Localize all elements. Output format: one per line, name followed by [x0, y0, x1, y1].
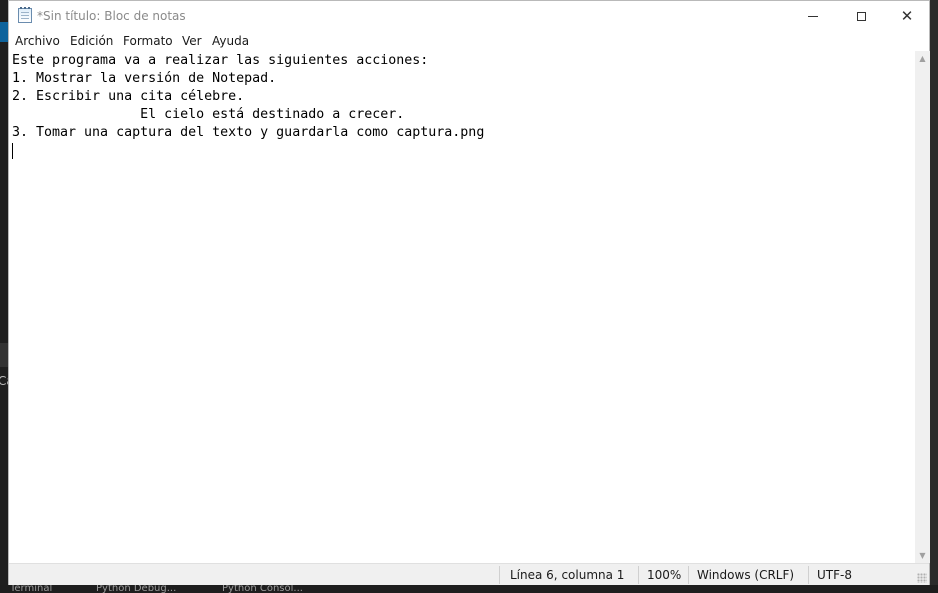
editor-line[interactable]: Este programa va a realizar las siguient…: [12, 53, 428, 68]
close-button[interactable]: ✕: [884, 1, 930, 31]
taskbar-item[interactable]: Python Debug...: [96, 585, 176, 593]
notepad-window: *Sin título: Bloc de notas ✕ Archivo Edi…: [8, 0, 930, 585]
editor-line[interactable]: 2. Escribir una cita célebre.: [12, 89, 244, 104]
window-title: *Sin título: Bloc de notas: [37, 9, 186, 23]
menu-bar: Archivo Edición Formato Ver Ayuda: [9, 31, 929, 51]
maximize-button[interactable]: [838, 1, 884, 31]
status-position: Línea 6, columna 1: [510, 568, 625, 582]
status-separator: [499, 566, 500, 584]
taskbar-item[interactable]: Terminal: [10, 585, 52, 593]
scroll-up-arrow-icon[interactable]: ▲: [915, 51, 930, 66]
editor-content[interactable]: Este programa va a realizar las siguient…: [12, 52, 484, 142]
menu-edicion[interactable]: Edición: [70, 34, 113, 48]
close-icon: ✕: [900, 7, 914, 25]
status-separator: [638, 566, 639, 584]
background-band: [0, 343, 8, 367]
taskbar: Terminal Python Debug... Python Consol..…: [0, 585, 938, 593]
status-bar: Línea 6, columna 1 100% Windows (CRLF) U…: [9, 563, 929, 585]
editor-line[interactable]: El cielo está destinado a crecer.: [12, 107, 404, 122]
title-bar[interactable]: *Sin título: Bloc de notas ✕: [9, 1, 929, 31]
resize-grip-icon[interactable]: [917, 573, 927, 583]
status-separator: [808, 566, 809, 584]
editor-line[interactable]: 1. Mostrar la versión de Notepad.: [12, 71, 276, 86]
status-encoding: UTF-8: [817, 568, 852, 582]
menu-archivo[interactable]: Archivo: [15, 34, 60, 48]
background-accent: [0, 22, 8, 42]
notepad-icon[interactable]: [18, 7, 32, 23]
menu-ver[interactable]: Ver: [182, 34, 202, 48]
text-caret: [12, 143, 13, 159]
text-editor[interactable]: Este programa va a realizar las siguient…: [9, 51, 915, 563]
vertical-scrollbar[interactable]: ▲ ▼: [915, 51, 930, 563]
scroll-down-arrow-icon[interactable]: ▼: [915, 548, 930, 563]
minimize-button[interactable]: [790, 1, 836, 31]
maximize-icon: [856, 11, 866, 21]
background-window: Ca: [0, 0, 14, 593]
status-line-ending: Windows (CRLF): [697, 568, 795, 582]
minimize-icon: [808, 15, 818, 17]
editor-line[interactable]: 3. Tomar una captura del texto y guardar…: [12, 125, 484, 140]
taskbar-item[interactable]: Python Consol...: [222, 585, 303, 593]
status-zoom: 100%: [647, 568, 682, 582]
menu-ayuda[interactable]: Ayuda: [212, 34, 249, 48]
menu-formato[interactable]: Formato: [123, 34, 173, 48]
status-separator: [688, 566, 689, 584]
